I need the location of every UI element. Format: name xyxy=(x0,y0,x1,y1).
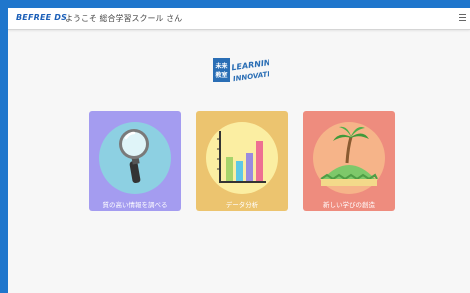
top-bar: BEFREE DS ようこそ 総合学習スクール さん xyxy=(8,8,470,30)
card-data-analysis[interactable]: データ分析 xyxy=(196,111,288,211)
logo-badge-bottom: 教室 xyxy=(214,71,227,79)
welcome-message: ようこそ 総合学習スクール さん xyxy=(65,14,183,23)
card-research-label: 質の高い情報を調べる xyxy=(102,201,168,209)
app-window: BEFREE DS ようこそ 総合学習スクール さん 未来 教室 LEARNIN… xyxy=(8,8,470,293)
card-research[interactable]: 質の高い情報を調べる xyxy=(89,111,181,211)
hamburger-menu-button[interactable] xyxy=(459,12,467,24)
magnifying-glass-icon xyxy=(119,129,149,184)
menu-bar-icon xyxy=(459,20,466,21)
logo-badge-top: 未来 xyxy=(215,62,228,70)
menu-bar-icon xyxy=(459,14,466,15)
bar-chart-icon xyxy=(217,131,266,183)
card-data-analysis-label: データ分析 xyxy=(225,201,259,209)
menu-bar-icon xyxy=(459,17,466,18)
card-creation[interactable]: 新しい学びの創造 xyxy=(303,111,395,211)
learning-innovation-logo: 未来 教室 LEARNING INNOVATION xyxy=(213,57,269,83)
card-creation-label: 新しい学びの創造 xyxy=(323,201,375,209)
island-palm-icon xyxy=(320,126,378,186)
brand-logo[interactable]: BEFREE DS xyxy=(16,13,67,22)
